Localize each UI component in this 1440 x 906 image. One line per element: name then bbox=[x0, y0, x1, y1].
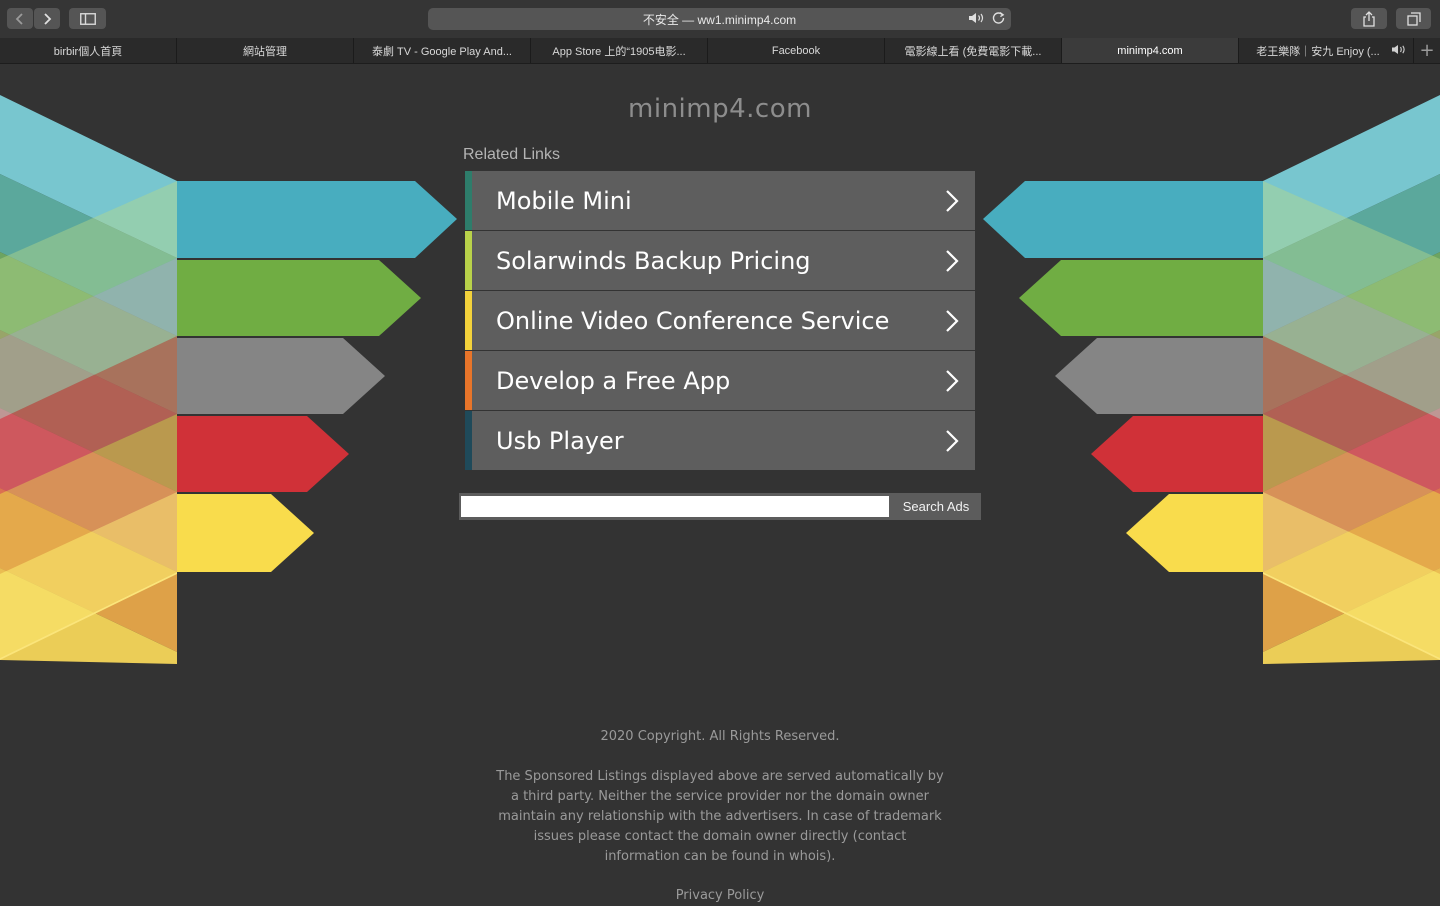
share-button[interactable] bbox=[1351, 8, 1387, 29]
sponsored-disclaimer: The Sponsored Listings displayed above a… bbox=[496, 769, 944, 864]
tab-app-store[interactable]: App Store 上的“1905电影... bbox=[531, 38, 708, 63]
address-bar[interactable]: 不安全 — ww1.minimp4.com bbox=[428, 8, 1011, 30]
related-link-solarwinds[interactable]: Solarwinds Backup Pricing bbox=[465, 231, 975, 290]
link-color-stripe bbox=[465, 291, 472, 350]
related-links-heading: Related Links bbox=[463, 146, 560, 163]
forward-button[interactable] bbox=[34, 8, 60, 29]
related-link-usb-player[interactable]: Usb Player bbox=[465, 411, 975, 470]
link-color-stripe bbox=[465, 171, 472, 230]
back-button[interactable] bbox=[7, 8, 33, 29]
chevron-right-icon bbox=[946, 250, 959, 272]
right-ribbons bbox=[983, 95, 1440, 664]
chevron-right-icon bbox=[946, 190, 959, 212]
related-link-mobile-mini[interactable]: Mobile Mini bbox=[465, 171, 975, 230]
link-label: Online Video Conference Service bbox=[496, 306, 890, 335]
address-text: 不安全 — ww1.minimp4.com bbox=[642, 12, 797, 27]
copyright-text: 2020 Copyright. All Rights Reserved. bbox=[600, 729, 840, 744]
sidebar-button[interactable] bbox=[69, 8, 106, 29]
link-color-stripe bbox=[465, 351, 472, 410]
chevron-right-icon bbox=[946, 430, 959, 452]
tab-label: minimp4.com bbox=[1117, 44, 1183, 57]
related-link-free-app[interactable]: Develop a Free App bbox=[465, 351, 975, 410]
new-tab-button[interactable]: + bbox=[1414, 38, 1440, 63]
tab-label: 泰劇 TV - Google Play And... bbox=[371, 45, 512, 58]
chevron-right-icon bbox=[44, 12, 52, 25]
tabs-overview-icon bbox=[1406, 11, 1421, 26]
tab-movies-online[interactable]: 電影線上看 (免費電影下載... bbox=[885, 38, 1062, 63]
tab-label: Facebook bbox=[771, 44, 821, 57]
tab-label: 網站管理 bbox=[243, 45, 287, 58]
link-label: Solarwinds Backup Pricing bbox=[496, 246, 811, 275]
share-icon bbox=[1363, 10, 1375, 27]
link-color-stripe bbox=[465, 231, 472, 290]
tab-laowang-band[interactable]: 老王樂隊｜安九 Enjoy (... bbox=[1239, 38, 1414, 63]
tab-label: App Store 上的“1905电影... bbox=[552, 45, 686, 58]
left-ribbons bbox=[0, 95, 457, 664]
chevron-right-icon bbox=[946, 370, 959, 392]
search-ads-button[interactable]: Search Ads bbox=[891, 493, 981, 520]
tab-label: 老王樂隊｜安九 Enjoy (... bbox=[1256, 45, 1380, 58]
tab-label: 電影線上看 (免費電影下載... bbox=[904, 45, 1042, 58]
tab-thai-drama[interactable]: 泰劇 TV - Google Play And... bbox=[354, 38, 531, 63]
speaker-icon[interactable] bbox=[1391, 44, 1407, 55]
reload-icon[interactable] bbox=[992, 11, 1005, 24]
plus-icon: + bbox=[1419, 40, 1435, 61]
page-content: minimp4.com Related Links Mobile Mini So… bbox=[0, 64, 1440, 903]
tab-birbir[interactable]: birbir個人首頁 bbox=[0, 38, 177, 63]
sidebar-icon bbox=[79, 12, 96, 25]
tab-bar: birbir個人首頁 網站管理 泰劇 TV - Google Play And.… bbox=[0, 38, 1440, 64]
privacy-policy-link[interactable]: Privacy Policy bbox=[495, 886, 945, 906]
site-title: minimp4.com bbox=[628, 94, 812, 124]
chevron-right-icon bbox=[946, 310, 959, 332]
search-input[interactable] bbox=[461, 496, 889, 517]
speaker-icon[interactable] bbox=[968, 12, 986, 24]
tab-label: birbir個人首頁 bbox=[53, 45, 123, 58]
link-color-stripe bbox=[465, 411, 472, 470]
link-label: Usb Player bbox=[496, 426, 624, 455]
link-label: Develop a Free App bbox=[496, 366, 731, 395]
link-label: Mobile Mini bbox=[496, 186, 632, 215]
tabs-overview-button[interactable] bbox=[1396, 8, 1431, 29]
tab-minimp4[interactable]: minimp4.com bbox=[1062, 38, 1239, 63]
search-ads-bar: Search Ads bbox=[459, 493, 981, 520]
chevron-left-icon bbox=[15, 12, 23, 25]
tab-facebook[interactable]: Facebook bbox=[708, 38, 885, 63]
browser-toolbar: 不安全 — ww1.minimp4.com bbox=[0, 0, 1440, 39]
tab-site-admin[interactable]: 網站管理 bbox=[177, 38, 354, 63]
related-links-list: Mobile Mini Solarwinds Backup Pricing On… bbox=[465, 171, 975, 471]
related-link-video-conference[interactable]: Online Video Conference Service bbox=[465, 291, 975, 350]
